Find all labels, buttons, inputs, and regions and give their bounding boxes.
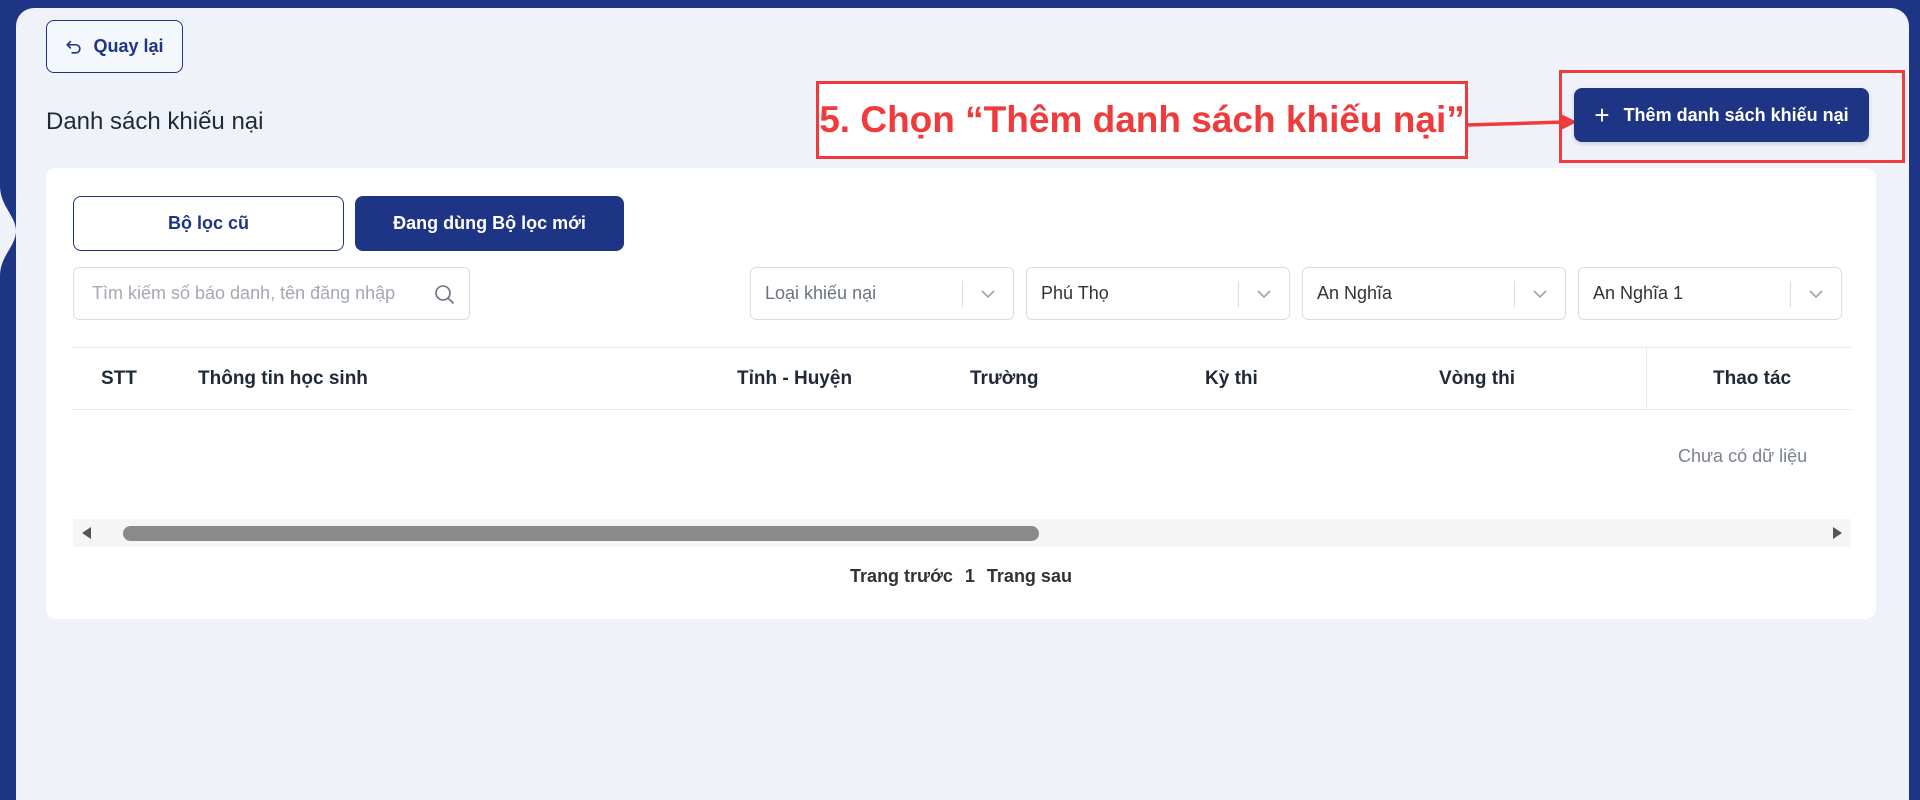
chevron-down-icon (963, 285, 1013, 303)
search-field[interactable] (73, 267, 470, 320)
back-button[interactable]: Quay lại (46, 20, 183, 73)
next-page-link[interactable]: Trang sau (987, 566, 1072, 587)
column-header-stt: STT (101, 367, 137, 389)
tab-old-filter[interactable]: Bộ lọc cũ (73, 196, 344, 251)
column-divider (1646, 348, 1647, 409)
annotation-callout: 5. Chọn “Thêm danh sách khiếu nại” (816, 81, 1468, 159)
chevron-down-icon (1239, 285, 1289, 303)
scroll-right-icon[interactable] (1830, 526, 1844, 540)
column-header-student-info: Thông tin học sinh (198, 367, 368, 389)
district-select[interactable]: An Nghĩa (1302, 267, 1566, 320)
side-notch (0, 186, 16, 276)
column-header-actions: Thao tác (1713, 367, 1792, 389)
school-select[interactable]: An Nghĩa 1 (1578, 267, 1842, 320)
plus-icon: + (1594, 100, 1610, 130)
complaint-type-value: Loại khiếu nại (765, 283, 877, 303)
empty-state-text: Chưa có dữ liệu (1678, 446, 1808, 466)
school-value: An Nghĩa 1 (1593, 283, 1684, 303)
column-header-round: Vòng thi (1439, 367, 1515, 389)
main-panel: Quay lại Danh sách khiếu nại 5. Chọn “Th… (16, 8, 1909, 800)
search-input[interactable] (92, 283, 433, 304)
province-select[interactable]: Phú Thọ (1026, 267, 1290, 320)
tab-new-filter[interactable]: Đang dùng Bộ lọc mới (355, 196, 624, 251)
page-title: Danh sách khiếu nại (46, 108, 264, 135)
scroll-left-icon[interactable] (80, 526, 94, 540)
add-complaint-list-label: Thêm danh sách khiếu nại (1623, 104, 1849, 125)
column-header-province-district: Tỉnh - Huyện (737, 367, 853, 389)
district-value: An Nghĩa (1317, 283, 1393, 303)
scrollbar-thumb[interactable] (123, 526, 1039, 541)
complaint-type-select[interactable]: Loại khiếu nại (750, 267, 1014, 320)
content-card: Bộ lọc cũ Đang dùng Bộ lọc mới Loại khiế… (46, 168, 1876, 619)
column-header-school: Trường (970, 367, 1039, 389)
table-header: STT Thông tin học sinh Tỉnh - Huyện Trườ… (73, 347, 1851, 410)
pagination: Trang trước 1 Trang sau (46, 566, 1876, 587)
chevron-down-icon (1791, 285, 1841, 303)
horizontal-scrollbar[interactable] (73, 519, 1851, 547)
search-icon[interactable] (433, 283, 455, 305)
column-header-exam: Kỳ thi (1205, 367, 1258, 389)
prev-page-link[interactable]: Trang trước (850, 566, 953, 587)
add-complaint-list-button[interactable]: + Thêm danh sách khiếu nại (1574, 88, 1869, 142)
province-value: Phú Thọ (1041, 283, 1109, 303)
current-page-number[interactable]: 1 (965, 566, 975, 587)
back-arrow-icon (66, 40, 82, 54)
chevron-down-icon (1515, 285, 1565, 303)
back-button-label: Quay lại (93, 36, 164, 56)
